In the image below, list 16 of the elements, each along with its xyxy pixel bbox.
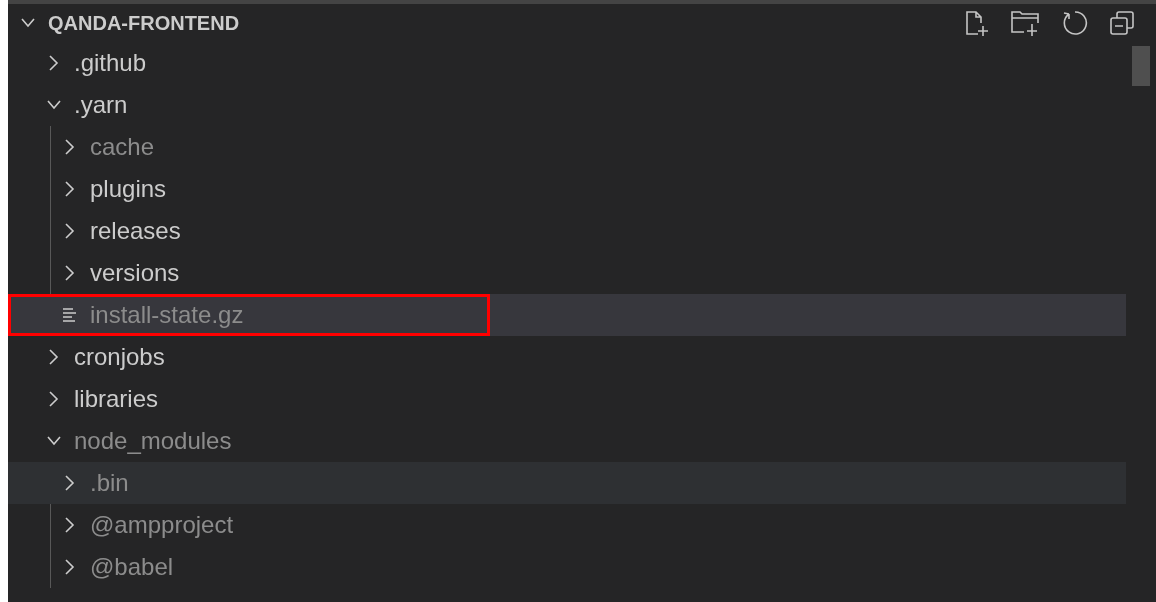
tree-item[interactable]: releases bbox=[8, 210, 1126, 252]
tree-item[interactable]: libraries bbox=[8, 378, 1126, 420]
tree-item[interactable]: install-state.gz bbox=[8, 294, 1126, 336]
tree-item[interactable]: plugins bbox=[8, 168, 1126, 210]
text-lines-icon bbox=[62, 307, 78, 323]
tree-item[interactable]: cronjobs bbox=[8, 336, 1126, 378]
tree-item[interactable]: .yarn bbox=[8, 84, 1126, 126]
tree-item[interactable]: .github bbox=[8, 42, 1126, 84]
tree-item[interactable]: @ampproject bbox=[8, 504, 1126, 546]
tree-item[interactable]: cache bbox=[8, 126, 1126, 168]
tree-item[interactable]: @babel bbox=[8, 546, 1126, 588]
tree-item[interactable]: .bin bbox=[8, 462, 1126, 504]
tree-item[interactable]: versions bbox=[8, 252, 1126, 294]
explorer-title: QANDA-FRONTEND bbox=[48, 11, 241, 35]
scrollbar-thumb[interactable] bbox=[1132, 46, 1150, 86]
tree-item[interactable]: node_modules bbox=[8, 420, 1126, 462]
